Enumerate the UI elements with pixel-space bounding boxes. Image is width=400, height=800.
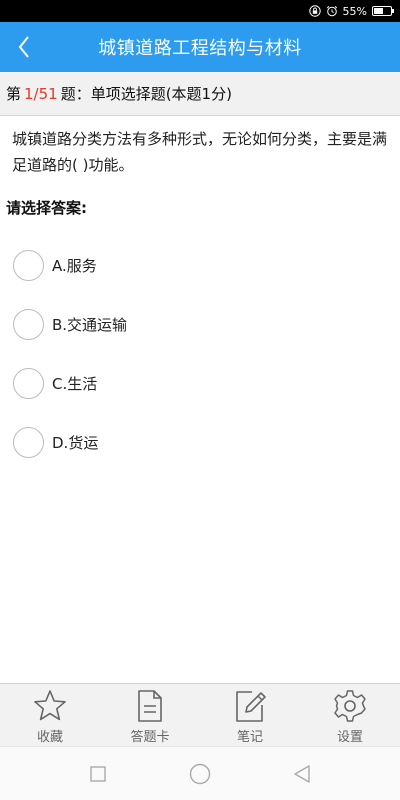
nav-label: 答题卡 bbox=[130, 729, 170, 745]
answer-card-button[interactable]: 答题卡 bbox=[100, 684, 200, 746]
recent-apps-button[interactable] bbox=[86, 762, 110, 786]
nav-label: 收藏 bbox=[36, 729, 63, 745]
answer-options: A.服务 B.交通运输 C.生活 D.货运 bbox=[0, 236, 400, 472]
option-b[interactable]: B.交通运输 bbox=[0, 295, 400, 354]
radio-circle[interactable] bbox=[13, 368, 44, 399]
option-label: B.交通运输 bbox=[52, 316, 128, 334]
home-icon bbox=[189, 763, 211, 784]
battery-percent: 55% bbox=[342, 4, 367, 18]
page-title: 城镇道路工程结构与材料 bbox=[98, 38, 302, 59]
option-label: D.货运 bbox=[52, 434, 99, 452]
star-icon bbox=[34, 689, 66, 720]
system-back-button[interactable] bbox=[290, 762, 314, 786]
edit-note-icon bbox=[236, 690, 266, 722]
back-button[interactable] bbox=[4, 22, 44, 72]
option-c[interactable]: C.生活 bbox=[0, 354, 400, 413]
radio-circle[interactable] bbox=[13, 250, 44, 281]
question-header: 第 1/51 题：单项选择题(本题1分) bbox=[0, 72, 400, 116]
status-bar: 55% bbox=[0, 0, 400, 22]
back-triangle-icon bbox=[294, 764, 310, 783]
alarm-icon bbox=[326, 6, 337, 17]
home-button[interactable] bbox=[188, 762, 212, 786]
battery-fill bbox=[374, 8, 383, 14]
nav-label: 笔记 bbox=[236, 729, 263, 745]
question-number: 1/51 bbox=[24, 84, 58, 103]
answer-prompt: 请选择答案: bbox=[6, 199, 87, 217]
question-text: 城镇道路分类方法有多种形式，无论如何分类，主要是满足道路的( )功能。 bbox=[12, 130, 388, 174]
radio-circle[interactable] bbox=[13, 309, 44, 340]
favorite-button[interactable]: 收藏 bbox=[0, 684, 100, 746]
question-type: 题：单项选择题(本题1分) bbox=[60, 85, 232, 103]
option-label: A.服务 bbox=[52, 257, 97, 275]
notes-button[interactable]: 笔记 bbox=[200, 684, 300, 746]
gear-icon bbox=[334, 689, 366, 722]
nav-label: 设置 bbox=[336, 729, 363, 745]
system-navigation-bar bbox=[0, 746, 400, 800]
radio-circle[interactable] bbox=[13, 427, 44, 458]
recent-apps-icon bbox=[90, 765, 106, 782]
option-d[interactable]: D.货运 bbox=[0, 413, 400, 472]
settings-button[interactable]: 设置 bbox=[300, 684, 400, 746]
document-icon bbox=[138, 689, 162, 722]
option-label: C.生活 bbox=[52, 375, 98, 393]
bottom-toolbar: 收藏 答题卡 笔记 设置 bbox=[0, 683, 400, 746]
question-prefix: 第 bbox=[6, 85, 22, 103]
title-bar: 城镇道路工程结构与材料 bbox=[0, 22, 400, 72]
chevron-left-icon bbox=[18, 36, 29, 58]
lock-icon bbox=[308, 5, 321, 17]
option-a[interactable]: A.服务 bbox=[0, 236, 400, 295]
battery-icon bbox=[372, 6, 394, 16]
